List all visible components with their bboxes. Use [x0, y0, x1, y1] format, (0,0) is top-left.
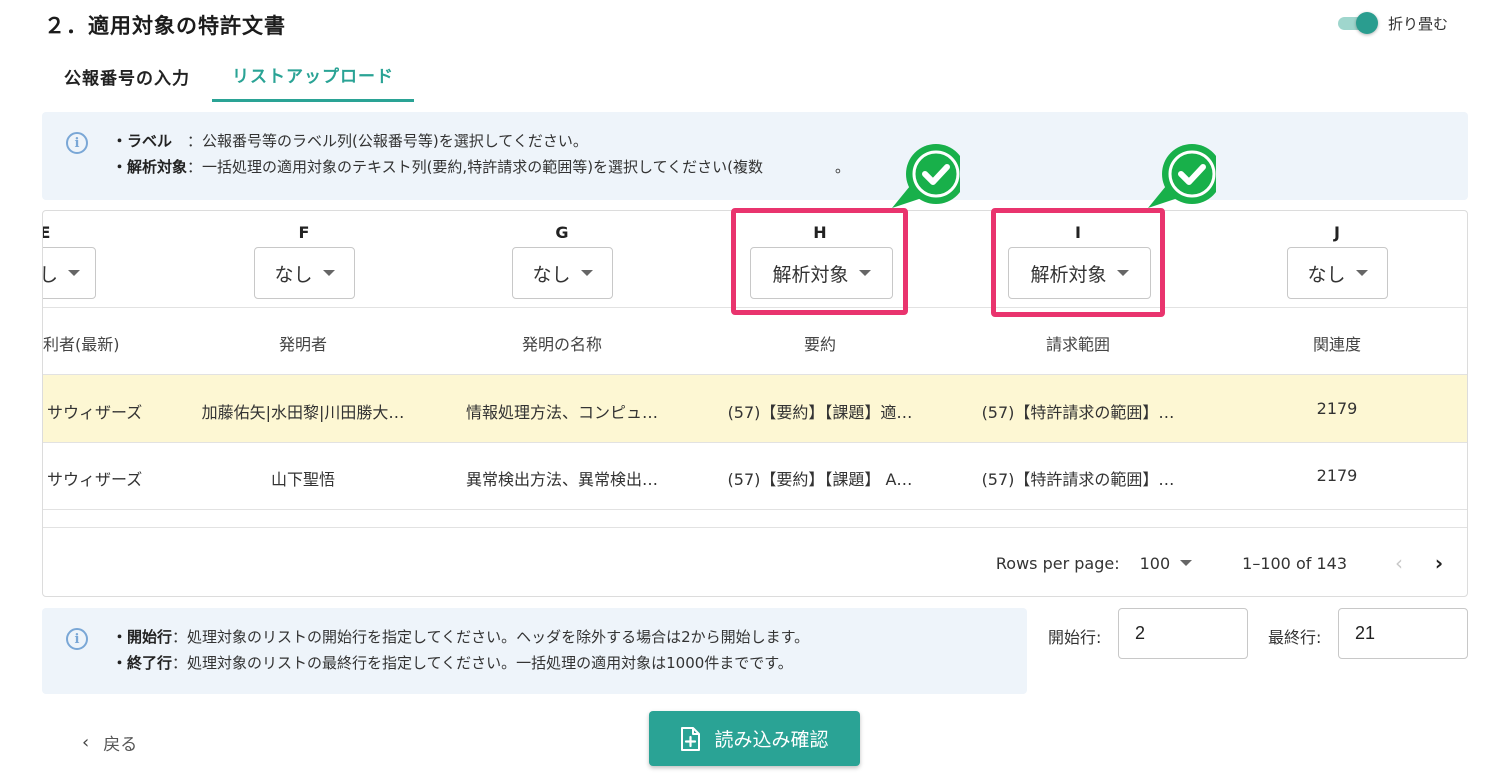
- row-range-info-panel: i ・開始行：処理対象のリストの開始行を指定してください。ヘッダを除外する場合は…: [42, 608, 1027, 694]
- tab-publication-number[interactable]: 公報番号の入力: [42, 50, 212, 102]
- tab-list-upload[interactable]: リストアップロード: [212, 50, 414, 102]
- table-cell: 加藤佑矢|水田黎|川田勝大…: [201, 403, 405, 422]
- column-info-text: ・ラベル ：公報番号等のラベル列(公報番号等)を選択してください。 ・解析対象：…: [112, 128, 850, 180]
- info-line-end: ・終了行：処理対象のリストの最終行を指定してください。一括処理の適用対象は100…: [112, 650, 809, 676]
- end-row-label: 最終行:: [1268, 628, 1322, 647]
- column-select-value: なし: [274, 263, 313, 286]
- column-info-panel: i ・ラベル ：公報番号等のラベル列(公報番号等)を選択してください。 ・解析対…: [42, 112, 1468, 200]
- highlight-frame-h: [731, 208, 908, 315]
- rows-per-page-value: 100: [1139, 553, 1171, 573]
- table-cell: (57)【要約】【課題】適…: [727, 403, 913, 422]
- info-key-start: ・開始行: [112, 628, 173, 646]
- table-cell: 2179: [1316, 466, 1358, 485]
- info-key-target: ・解析対象: [112, 158, 188, 176]
- header-i: 請求範囲: [1045, 335, 1110, 354]
- load-confirm-label: 読み込み確認: [714, 729, 829, 751]
- column-select-j[interactable]: なし: [1287, 247, 1388, 299]
- next-page-icon[interactable]: ›: [1427, 551, 1451, 575]
- end-row-input[interactable]: 21: [1338, 608, 1468, 659]
- info-icon: i: [66, 132, 88, 154]
- switch-knob: [1355, 12, 1378, 34]
- header-f: 発明者: [278, 335, 327, 354]
- table-cell: 異常検出方法、異常検出…: [465, 470, 658, 489]
- table-cell: サウィザーズ: [47, 470, 143, 489]
- column-letter-f: F: [298, 223, 310, 242]
- chevron-left-icon: ‹: [82, 732, 90, 753]
- table-row[interactable]: サウィザーズ 加藤佑矢|水田黎|川田勝大… 情報処理方法、コンピュ… (57)【…: [43, 375, 1467, 442]
- table-pagination: Rows per page: 100 1–100 of 143 ‹ ›: [996, 551, 1467, 575]
- column-letter-e: E: [43, 223, 55, 242]
- caret-down-icon: [68, 270, 80, 276]
- column-select-value: し: [43, 260, 58, 287]
- load-confirm-button[interactable]: 読み込み確認: [649, 711, 860, 766]
- section-title: ２．適用対象の特許文書: [44, 14, 286, 38]
- column-letter-g: G: [555, 223, 569, 242]
- caret-down-icon: [580, 270, 593, 276]
- header-h: 要約: [803, 335, 836, 354]
- caret-down-icon: [1180, 560, 1193, 566]
- row-range-info-text: ・開始行：処理対象のリストの開始行を指定してください。ヘッダを除外する場合は2か…: [112, 624, 809, 676]
- highlight-frame-i: [991, 208, 1165, 317]
- table-cell: サウィザーズ: [47, 403, 143, 422]
- divider: [43, 509, 1467, 510]
- table-cell: (57)【要約】【課題】 A…: [727, 470, 913, 489]
- collapse-switch[interactable]: [1337, 12, 1378, 34]
- header-j: 関連度: [1312, 335, 1361, 354]
- rows-per-page-select[interactable]: 100: [1140, 554, 1193, 573]
- divider: [43, 527, 1467, 528]
- table-row[interactable]: サウィザーズ 山下聖悟 異常検出方法、異常検出… (57)【要約】【課題】 A……: [43, 442, 1467, 509]
- info-key-end: ・終了行: [112, 654, 173, 672]
- info-text-target-tail: 。: [835, 158, 851, 176]
- info-text-target: ：一括処理の適用対象のテキスト列(要約,特許請求の範囲等)を選択してください(複…: [187, 158, 763, 176]
- header-g: 発明の名称: [521, 335, 602, 354]
- check-badge-icon: [892, 144, 960, 208]
- page-range: 1–100 of 143: [1242, 553, 1347, 573]
- info-line-target: ・解析対象：一括処理の適用対象のテキスト列(要約,特許請求の範囲等)を選択してく…: [112, 154, 850, 180]
- rows-per-page-label: Rows per page:: [995, 553, 1120, 573]
- table-cell: 山下聖悟: [270, 470, 335, 489]
- start-row-input[interactable]: 2: [1118, 608, 1248, 659]
- back-button[interactable]: ‹ 戻る: [82, 730, 137, 755]
- info-line-start: ・開始行：処理対象のリストの開始行を指定してください。ヘッダを除外する場合は2か…: [112, 624, 809, 650]
- column-select-e[interactable]: し: [43, 247, 96, 299]
- caret-down-icon: [1355, 270, 1368, 276]
- column-select-f[interactable]: なし: [254, 247, 355, 299]
- info-line-label: ・ラベル ：公報番号等のラベル列(公報番号等)を選択してください。: [112, 128, 850, 154]
- upload-tabs: 公報番号の入力 リストアップロード: [42, 50, 414, 102]
- column-select-value: なし: [1307, 263, 1346, 286]
- collapse-toggle[interactable]: 折り畳む: [1337, 12, 1448, 34]
- column-select-value: なし: [532, 263, 571, 286]
- collapse-label: 折り畳む: [1387, 14, 1448, 33]
- table-cell: (57)【特許請求の範囲】…: [981, 470, 1175, 489]
- info-text-end: ：処理対象のリストの最終行を指定してください。一括処理の適用対象は1000件まで…: [172, 654, 793, 672]
- add-document-icon: [681, 726, 701, 751]
- info-key-label: ・ラベル: [112, 132, 188, 150]
- info-text-start: ：処理対象のリストの開始行を指定してください。ヘッダを除外する場合は2から開始し…: [172, 628, 810, 646]
- caret-down-icon: [322, 270, 335, 276]
- back-label: 戻る: [103, 735, 138, 755]
- column-select-g[interactable]: なし: [512, 247, 613, 299]
- previous-page-icon[interactable]: ‹: [1387, 551, 1411, 575]
- header-e: 利者(最新): [43, 335, 120, 354]
- check-badge-icon: [1148, 144, 1216, 208]
- table-cell: (57)【特許請求の範囲】…: [981, 403, 1175, 422]
- info-text-label: ：公報番号等のラベル列(公報番号等)を選択してください。: [187, 132, 588, 150]
- info-icon: i: [66, 628, 88, 650]
- column-letter-j: J: [1334, 223, 1340, 242]
- start-row-label: 開始行:: [1048, 628, 1102, 647]
- table-cell: 情報処理方法、コンピュ…: [465, 403, 658, 422]
- table-cell: 2179: [1316, 399, 1358, 418]
